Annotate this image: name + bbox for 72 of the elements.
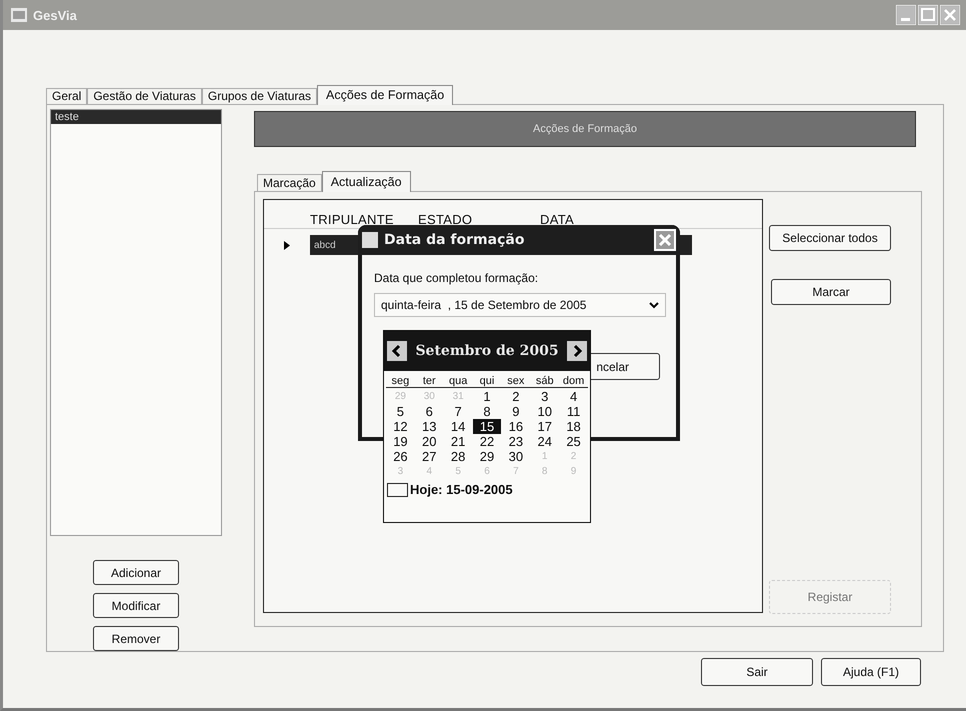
calendar-day[interactable]: 16 [501, 419, 530, 434]
chevron-right-icon[interactable] [567, 341, 587, 361]
list-item[interactable]: teste [51, 110, 221, 124]
calendar-day[interactable]: 6 [414, 404, 444, 419]
close-icon[interactable] [940, 5, 960, 25]
calendar-day[interactable]: 19 [386, 434, 415, 449]
weekday-label: ter [422, 375, 437, 387]
window-icon [362, 232, 378, 248]
tab[interactable]: Marcação [257, 174, 322, 191]
window-title: GesVia [33, 8, 77, 22]
weekday-label: sáb [534, 375, 555, 387]
calendar-day[interactable]: 22 [472, 434, 502, 449]
app-icon [11, 8, 27, 22]
calendar-day[interactable]: 21 [444, 434, 473, 449]
section-header: Acções de Formação [254, 111, 916, 147]
weekday-label: sex [506, 375, 526, 387]
chevron-left-icon[interactable] [387, 341, 407, 361]
close-icon[interactable] [654, 229, 676, 251]
tab[interactable]: Geral [46, 88, 88, 104]
date-picker-field[interactable]: quinta-feira , 15 de Setembro de 2005 [374, 293, 666, 317]
field-label: Data que completou formação: [374, 271, 540, 285]
weekday-label: seg [390, 375, 410, 387]
column-header: TRIPULANTE [310, 212, 395, 228]
action-button[interactable]: Marcar [771, 279, 891, 305]
footer-button[interactable]: Ajuda (F1) [821, 658, 921, 686]
list-button[interactable]: Adicionar [93, 560, 179, 585]
tab[interactable]: Actualização [322, 171, 411, 192]
maximize-icon[interactable] [918, 5, 938, 25]
calendar-day[interactable]: 12 [386, 419, 415, 434]
calendar-day[interactable]: 2 [501, 389, 530, 404]
calendar-day[interactable]: 13 [414, 419, 444, 434]
weekday-label: qua [448, 375, 468, 387]
today-marker-icon [387, 482, 408, 496]
footer-button[interactable]: Sair [701, 658, 813, 686]
tab[interactable]: Gestão de Viaturas [87, 88, 202, 104]
calendar-day[interactable]: 3 [530, 389, 560, 404]
calendar-day[interactable]: 15 [472, 419, 502, 434]
row-pointer-icon [284, 240, 290, 250]
calendar-day[interactable]: 28 [444, 449, 473, 464]
column-header: DATA [540, 212, 574, 228]
calendar-day[interactable]: 25 [559, 434, 588, 449]
tab[interactable]: Acções de Formação [317, 85, 454, 105]
column-header: ESTADO [418, 212, 474, 228]
list-button[interactable]: Modificar [93, 593, 179, 618]
calendar-day[interactable]: 11 [559, 404, 588, 419]
month-title: Setembro de 2005 [415, 343, 559, 359]
calendar-day[interactable]: 10 [530, 404, 560, 419]
calendar-day[interactable]: 14 [444, 419, 473, 434]
calendar-day[interactable]: 23 [501, 434, 530, 449]
list-button[interactable]: Remover [93, 626, 179, 651]
action-button[interactable]: Seleccionar todos [769, 225, 891, 251]
calendar-day[interactable]: 26 [386, 449, 415, 464]
calendar-day[interactable]: 24 [530, 434, 560, 449]
calendar-day[interactable]: 18 [559, 419, 588, 434]
today-link[interactable]: Hoje: 15-09-2005 [410, 482, 513, 497]
calendar-day[interactable]: 8 [472, 404, 502, 419]
calendar-day[interactable]: 30 [501, 449, 530, 464]
minimize-icon[interactable] [896, 5, 916, 25]
calendar-day[interactable]: 4 [559, 389, 588, 404]
calendar-day[interactable]: 20 [414, 434, 444, 449]
calendar-day[interactable]: 9 [501, 404, 530, 419]
table-cell: abcd [314, 240, 336, 250]
chevron-down-icon [649, 302, 659, 308]
calendar-day[interactable]: 7 [444, 404, 473, 419]
weekday-label: qui [478, 375, 496, 387]
dialog-title: Data da formação [384, 232, 524, 248]
calendar-day[interactable]: 17 [530, 419, 560, 434]
calendar-day[interactable]: 27 [414, 449, 444, 464]
calendar-day[interactable]: 1 [472, 389, 502, 404]
tab[interactable]: Grupos de Viaturas [202, 88, 318, 104]
calendar-day[interactable]: 5 [386, 404, 415, 419]
calendar-day[interactable]: 29 [472, 449, 502, 464]
